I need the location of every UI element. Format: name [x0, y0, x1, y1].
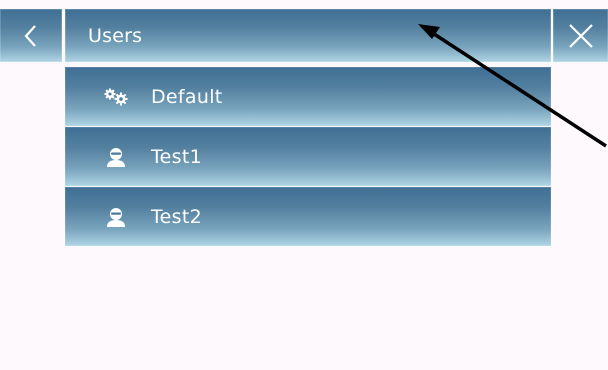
chevron-left-icon: [24, 24, 36, 47]
close-icon: [568, 23, 593, 48]
title-bar: Users: [65, 9, 551, 62]
back-button[interactable]: [0, 9, 62, 62]
gears-icon: [103, 87, 129, 107]
list-item-test1[interactable]: Test1: [65, 127, 551, 186]
list-item-default[interactable]: Default: [65, 67, 551, 126]
list-item-label: Test1: [151, 145, 203, 168]
list-item-label: Test2: [151, 205, 203, 228]
close-button[interactable]: [553, 9, 608, 62]
page-title: Users: [88, 24, 143, 47]
list-item-test2[interactable]: Test2: [65, 187, 551, 246]
user-list: Default Test1 Test2: [65, 67, 551, 247]
user-icon: [103, 207, 129, 227]
header-bar: Users: [0, 9, 608, 62]
list-item-label: Default: [151, 85, 223, 108]
user-icon: [103, 147, 129, 167]
